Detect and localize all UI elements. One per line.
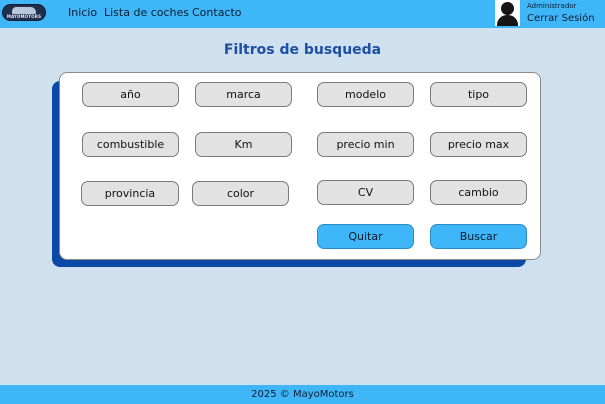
filter-marca-button[interactable]: marca <box>195 82 292 107</box>
top-navigation-bar: MAYOMOTORS Inicio Lista de coches Contac… <box>0 0 605 28</box>
filter-km-button[interactable]: Km <box>195 132 292 157</box>
filter-precio-min-button[interactable]: precio min <box>317 132 414 157</box>
logout-link[interactable]: Cerrar Sesión <box>527 13 595 24</box>
filter-tipo-button[interactable]: tipo <box>430 82 527 107</box>
filter-cv-button[interactable]: CV <box>317 180 414 205</box>
filter-precio-max-button[interactable]: precio max <box>430 132 527 157</box>
buscar-button[interactable]: Buscar <box>430 224 527 249</box>
user-avatar-icon[interactable] <box>495 0 520 26</box>
filter-cambio-button[interactable]: cambio <box>430 180 527 205</box>
quitar-button[interactable]: Quitar <box>317 224 414 249</box>
footer: 2025 © MayoMotors <box>0 385 605 404</box>
car-logo-icon <box>12 7 36 14</box>
filter-provincia-button[interactable]: provincia <box>81 181 179 206</box>
user-role-label: Administrador <box>527 2 577 10</box>
filter-modelo-button[interactable]: modelo <box>317 82 414 107</box>
logo-text: MAYOMOTORS <box>6 14 42 19</box>
filter-anio-button[interactable]: año <box>82 82 179 107</box>
nav-link-inicio[interactable]: Inicio <box>68 6 97 19</box>
filter-combustible-button[interactable]: combustible <box>82 132 179 157</box>
filter-card: año marca modelo tipo combustible Km pre… <box>59 72 541 260</box>
filter-color-button[interactable]: color <box>192 181 289 206</box>
nav-link-lista-de-coches[interactable]: Lista de coches <box>104 6 189 19</box>
mayomotors-logo[interactable]: MAYOMOTORS <box>2 4 46 21</box>
footer-copyright: 2025 © MayoMotors <box>251 389 354 400</box>
page-title: Filtros de busqueda <box>223 42 382 58</box>
nav-link-contacto[interactable]: Contacto <box>192 6 242 19</box>
